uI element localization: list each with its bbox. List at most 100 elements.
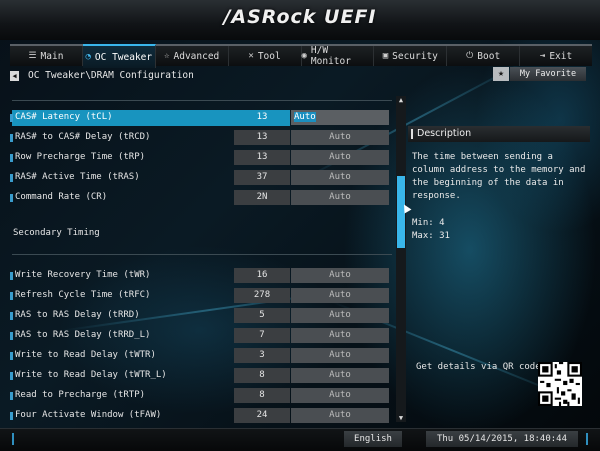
my-favorite-button[interactable]: My Favorite [510, 67, 586, 81]
setting-option-field[interactable]: Auto [291, 408, 389, 423]
tab-boot[interactable]: ⏻ Boot [447, 46, 521, 66]
setting-option-field[interactable]: Auto [291, 150, 389, 165]
row-bullet-icon [10, 174, 13, 182]
setting-current-value: 3 [234, 348, 290, 363]
setting-option-field[interactable]: Auto [291, 348, 389, 363]
tab-icon: ✕ [248, 51, 254, 61]
tab-icon: ⏻ [466, 51, 474, 61]
setting-label: Row Precharge Time (tRP) [15, 152, 146, 162]
language-button[interactable]: English [344, 431, 402, 447]
scroll-down-arrow-icon[interactable]: ▼ [397, 414, 405, 422]
row-bullet-icon [10, 412, 13, 420]
row-bullet-icon [10, 154, 13, 162]
description-text: The time between sending a column addres… [412, 152, 586, 201]
qr-label: Get details via QR code [416, 362, 541, 372]
setting-label: RAS# to CAS# Delay (tRCD) [15, 132, 151, 142]
setting-option-field[interactable]: Auto [291, 130, 389, 145]
setting-label: RAS# Active Time (tRAS) [15, 172, 140, 182]
back-button[interactable]: ◀ [10, 71, 19, 81]
divider [12, 254, 392, 255]
row-bullet-icon [10, 114, 13, 122]
row-bullet-icon [10, 392, 13, 400]
setting-current-value: 13 [234, 150, 290, 165]
tab-tool[interactable]: ✕ Tool [228, 46, 302, 66]
setting-row[interactable]: Row Precharge Time (tRP) 13 Auto [10, 150, 392, 166]
tab-icon: ☆ [164, 51, 170, 61]
tab-advanced[interactable]: ☆ Advanced [155, 46, 229, 66]
tab-oc-tweaker[interactable]: ◔ OC Tweaker [82, 44, 156, 68]
description-header: Description [408, 126, 590, 142]
setting-option-field[interactable]: Auto [291, 308, 389, 323]
setting-row[interactable]: RAS to RAS Delay (tRRD_L) 7 Auto [10, 328, 392, 344]
tab-label: Advanced [173, 50, 220, 62]
setting-row[interactable]: Command Rate (CR) 2N Auto [10, 190, 392, 206]
description-panel: Description The time between sending a c… [408, 126, 590, 241]
tab-label: H/W Monitor [310, 45, 351, 67]
setting-current-value: 13 [256, 112, 268, 122]
tab-label: Tool [257, 50, 281, 62]
settings-list: CAS# Latency (tCL) 13 Auto RAS# to CAS# Del… [10, 96, 392, 423]
setting-row[interactable]: Write to Read Delay (tWTR_L) 8 Auto [10, 368, 392, 384]
setting-current-value: 278 [234, 288, 290, 303]
star-icon[interactable]: ★ [493, 67, 509, 81]
tab-icon: ⇥ [539, 51, 546, 61]
setting-option-field[interactable]: Auto [291, 328, 389, 343]
row-bullet-icon [10, 134, 13, 142]
setting-current-value: 7 [234, 328, 290, 343]
setting-label: Command Rate (CR) [15, 192, 108, 202]
scrollbar[interactable]: ▲ ▼ [396, 96, 406, 422]
setting-label: Write to Read Delay (tWTR) [15, 350, 156, 360]
setting-row[interactable]: CAS# Latency (tCL) 13 Auto [10, 110, 392, 126]
setting-current-value: 37 [234, 170, 290, 185]
tab-security[interactable]: ▣ Security [374, 46, 448, 66]
setting-row[interactable]: Refresh Cycle Time (tRFC) 278 Auto [10, 288, 392, 304]
row-bullet-icon [10, 194, 13, 202]
setting-row[interactable]: Write Recovery Time (tWR) 16 Auto [10, 268, 392, 284]
setting-current-value: 8 [234, 368, 290, 383]
row-bullet-icon [10, 332, 13, 340]
setting-row[interactable]: Four Activate Window (tFAW) 24 Auto [10, 408, 392, 424]
setting-option-field[interactable]: Auto [291, 288, 389, 303]
status-marker [12, 433, 14, 445]
setting-label: Write to Read Delay (tWTR_L) [15, 370, 167, 380]
row-bullet-icon [10, 372, 13, 380]
tab-label: Main [40, 50, 64, 62]
setting-row[interactable]: RAS to RAS Delay (tRRD) 5 Auto [10, 308, 392, 324]
tab-main[interactable]: ☰ Main [10, 46, 83, 66]
description-marker-icon [411, 128, 413, 139]
setting-row[interactable]: RAS# Active Time (tRAS) 37 Auto [10, 170, 392, 186]
header-bar: /ASRock UEFI [0, 0, 600, 40]
qr-code-icon[interactable] [538, 362, 582, 406]
tab-icon: ◉ [301, 51, 307, 61]
status-marker [586, 433, 588, 445]
description-body: The time between sending a column addres… [408, 142, 590, 243]
setting-current-value: 16 [234, 268, 290, 283]
tab-label: OC Tweaker [94, 51, 153, 63]
date-time-display: Thu 05/14/2015, 18:40:44 [426, 431, 578, 447]
setting-option-field[interactable]: Auto [291, 170, 389, 185]
setting-option-field[interactable]: Auto [291, 368, 389, 383]
setting-label: Refresh Cycle Time (tRFC) [15, 290, 151, 300]
setting-option-field[interactable]: Auto [291, 190, 389, 205]
tab-icon: ☰ [28, 51, 37, 61]
setting-label: CAS# Latency (tCL) [15, 112, 113, 122]
brand-logo: /ASRock UEFI [223, 6, 377, 28]
row-bullet-icon [10, 312, 13, 320]
scroll-up-arrow-icon[interactable]: ▲ [397, 96, 405, 104]
description-title: Description [417, 128, 472, 139]
setting-current-value: 2N [234, 190, 290, 205]
setting-label: Four Activate Window (tFAW) [15, 410, 162, 420]
setting-option-text: Auto [294, 112, 316, 122]
tab-h-w-monitor[interactable]: ◉ H/W Monitor [301, 45, 375, 67]
tab-icon: ▣ [382, 51, 389, 61]
setting-row[interactable]: Read to Precharge (tRTP) 8 Auto [10, 388, 392, 404]
row-bullet-icon [10, 352, 13, 360]
tab-exit[interactable]: ⇥ Exit [520, 46, 592, 66]
setting-option-field[interactable]: Auto [291, 268, 389, 283]
setting-option-field[interactable]: Auto [291, 110, 389, 125]
setting-option-field[interactable]: Auto [291, 388, 389, 403]
setting-row[interactable]: RAS# to CAS# Delay (tRCD) 13 Auto [10, 130, 392, 146]
description-max: Max: 31 [412, 231, 450, 241]
tab-label: Boot [477, 50, 501, 62]
setting-row[interactable]: Write to Read Delay (tWTR) 3 Auto [10, 348, 392, 364]
